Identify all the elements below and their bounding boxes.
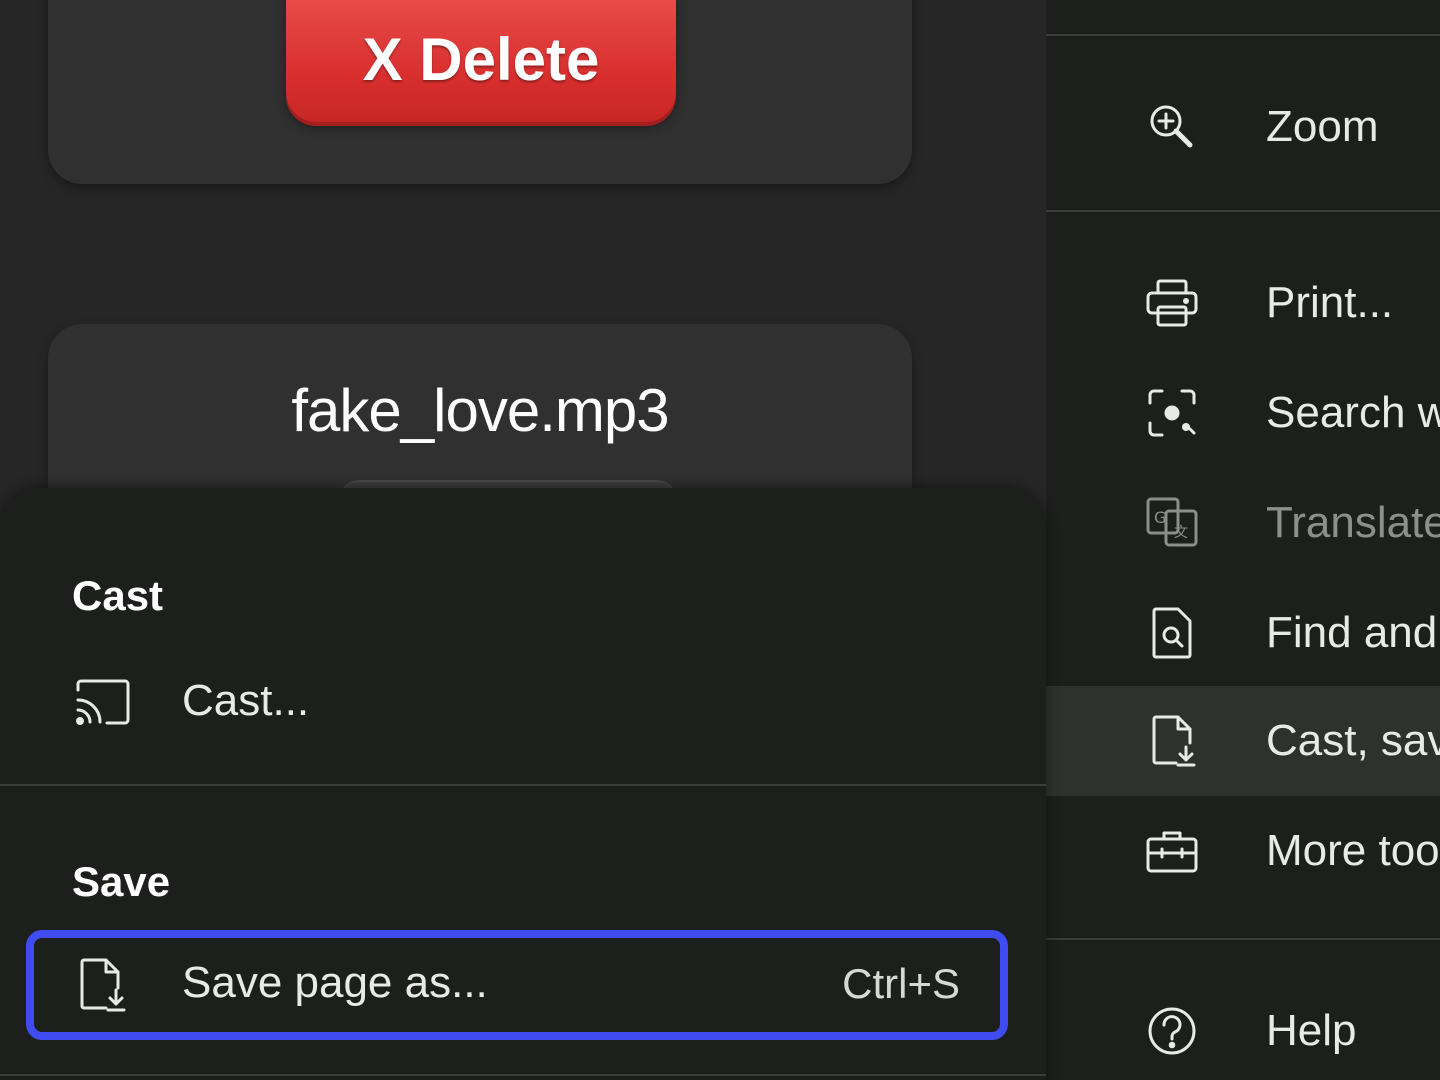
- cast-save-share-submenu: Cast Cast... Save Save page as... Ctrl+S: [0, 488, 1046, 1080]
- menu-divider: [1046, 938, 1440, 940]
- submenu-divider: [0, 784, 1046, 786]
- menu-item-zoom[interactable]: Zoom: [1046, 72, 1440, 182]
- menu-item-translate: G文 Translate: [1046, 468, 1440, 578]
- save-page-as-menu-item[interactable]: Save page as... Ctrl+S: [26, 930, 1008, 1040]
- browser-main-menu: Zoom Print... Search w G文 Translate Find…: [1046, 0, 1440, 1080]
- menu-item-cast-save-share[interactable]: Cast, sav: [1046, 686, 1440, 796]
- save-page-icon: [72, 954, 134, 1016]
- menu-divider: [1046, 34, 1440, 36]
- cast-icon: [72, 672, 134, 734]
- find-page-icon: [1144, 605, 1200, 661]
- translate-icon: G文: [1144, 495, 1200, 551]
- zoom-icon: [1144, 99, 1200, 155]
- menu-divider: [1046, 210, 1440, 212]
- menu-item-label: Translate: [1266, 498, 1440, 547]
- save-page-as-label: Save page as...: [182, 958, 488, 1007]
- menu-item-label: Print...: [1266, 278, 1394, 327]
- svg-text:G: G: [1154, 508, 1166, 527]
- menu-item-label: Zoom: [1266, 102, 1379, 151]
- menu-item-label: Find and: [1266, 608, 1438, 657]
- menu-item-label: More too: [1266, 826, 1440, 875]
- help-icon: [1144, 1003, 1200, 1059]
- menu-item-find-and-edit[interactable]: Find and: [1046, 578, 1440, 688]
- menu-item-more-tools[interactable]: More too: [1046, 796, 1440, 906]
- cast-menu-item[interactable]: Cast...: [26, 648, 1008, 758]
- menu-item-label: Cast, sav: [1266, 716, 1440, 765]
- menu-item-help[interactable]: Help: [1046, 976, 1440, 1080]
- toolbox-icon: [1144, 823, 1200, 879]
- menu-item-label: Search w: [1266, 388, 1440, 437]
- cast-menu-item-label: Cast...: [182, 676, 310, 725]
- submenu-divider: [0, 1074, 1046, 1076]
- cast-save-icon: [1144, 713, 1200, 769]
- save-shortcut: Ctrl+S: [842, 960, 960, 1007]
- menu-item-label: Help: [1266, 1006, 1357, 1055]
- menu-item-print[interactable]: Print...: [1046, 248, 1440, 358]
- menu-item-search-with-lens[interactable]: Search w: [1046, 358, 1440, 468]
- save-section-heading: Save: [72, 858, 171, 905]
- svg-text:文: 文: [1174, 525, 1188, 541]
- print-icon: [1144, 275, 1200, 331]
- file-name: fake_love.mp3: [291, 377, 669, 444]
- delete-button[interactable]: X Delete: [286, 0, 676, 122]
- cast-section-heading: Cast: [72, 572, 164, 619]
- lens-search-icon: [1144, 385, 1200, 441]
